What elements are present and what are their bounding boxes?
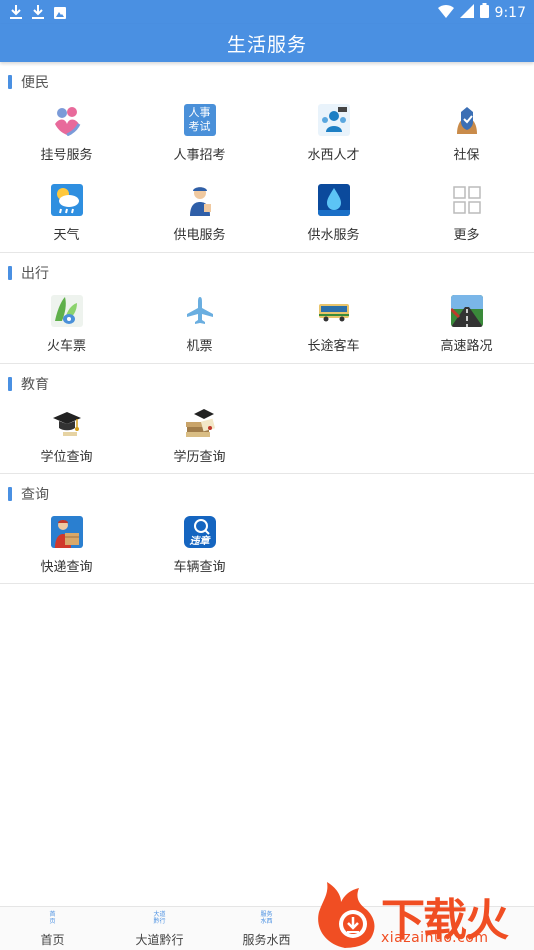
section-accent-bar <box>8 377 12 391</box>
service-electricity[interactable]: 供电服务 <box>133 184 266 254</box>
status-time: 9:17 <box>494 4 526 21</box>
section-title: 教育 <box>21 377 49 393</box>
download-icon <box>10 4 22 19</box>
service-label: 学历查询 <box>173 450 226 465</box>
section-title: 出行 <box>21 266 49 282</box>
battery-icon <box>479 3 489 22</box>
watermark-url: xiazaihuo.com <box>381 930 489 946</box>
more-grid-icon <box>450 184 483 216</box>
section-title: 查询 <box>21 487 49 503</box>
image-notification-icon <box>54 4 66 19</box>
service-weather[interactable]: 天气 <box>0 184 133 254</box>
tab-label: 大道黔行 <box>135 933 184 947</box>
tab-icon-text: 服务 <box>260 911 273 918</box>
service-label: 火车票 <box>46 339 86 354</box>
service-personnel-exam[interactable]: 人事 考试 人事招考 <box>133 104 266 174</box>
service-social-security[interactable]: 社保 <box>400 104 533 174</box>
diploma-books-icon <box>183 406 216 438</box>
vehicle-violation-icon: 违章 <box>183 516 216 548</box>
electricity-icon <box>183 184 216 216</box>
water-supply-icon <box>317 184 350 216</box>
service-label: 供水服务 <box>307 228 360 243</box>
section-header: 出行 <box>8 265 49 282</box>
app-header: 生活服务 <box>0 24 534 62</box>
tab-label: 服务水西 <box>242 933 291 947</box>
tab-icon-text: 黔行 <box>153 918 166 925</box>
service-label: 学位查询 <box>40 450 93 465</box>
home-tab-icon: 首 页 <box>42 911 64 927</box>
tab-dadao-qianxing[interactable]: 大道 黔行 大道黔行 <box>107 907 212 950</box>
service-label: 社保 <box>453 148 480 163</box>
service-label: 长途客车 <box>307 339 360 354</box>
service-label: 供电服务 <box>173 228 226 243</box>
service-more[interactable]: 更多 <box>400 184 533 254</box>
service-water-supply[interactable]: 供水服务 <box>267 184 400 254</box>
tab-icon-text: 水西 <box>260 918 273 925</box>
service-courier-query[interactable]: 快递查询 <box>0 516 133 586</box>
tab-icon-text: 大道 <box>153 911 166 918</box>
section-accent-bar <box>8 487 12 501</box>
service-long-distance-bus[interactable]: 长途客车 <box>267 295 400 365</box>
tab-icon-text: 页 <box>49 918 56 925</box>
bus-icon <box>317 295 350 327</box>
icon-text-line: 考试 <box>188 120 211 133</box>
weather-icon <box>50 184 83 216</box>
airplane-icon <box>183 295 216 327</box>
section-convenience: 便民 挂号服务 人事 考试 人事招考 水西人才 社保 天气 供电服务 供水服务 … <box>0 62 534 253</box>
icon-text: 违章 <box>189 536 210 547</box>
service-label: 天气 <box>53 228 80 243</box>
service-degree-query[interactable]: 学位查询 <box>0 406 133 476</box>
section-query: 查询 快递查询 违章 车辆查询 <box>0 474 534 584</box>
social-security-icon <box>450 104 483 136</box>
service-education-query[interactable]: 学历查询 <box>133 406 266 476</box>
page-title: 生活服务 <box>226 34 307 56</box>
service-talent[interactable]: 水西人才 <box>267 104 400 174</box>
signal-icon <box>459 3 474 22</box>
section-title: 便民 <box>21 75 49 91</box>
tab-label: 首页 <box>40 933 65 947</box>
section-travel: 出行 火车票 机票 长途客车 高速路况 <box>0 253 534 364</box>
section-header: 教育 <box>8 376 49 393</box>
service-label: 更多 <box>453 228 480 243</box>
dadao-tab-icon: 大道 黔行 <box>149 911 171 927</box>
service-registration[interactable]: 挂号服务 <box>0 104 133 174</box>
service-label: 快递查询 <box>40 560 93 575</box>
service-label: 高速路况 <box>440 339 493 354</box>
highway-icon <box>450 295 483 327</box>
train-ticket-icon <box>50 295 83 327</box>
service-label: 水西人才 <box>307 148 360 163</box>
service-label: 人事招考 <box>173 148 226 163</box>
service-label: 挂号服务 <box>40 148 93 163</box>
graduation-cap-icon <box>50 406 83 438</box>
service-label: 机票 <box>186 339 213 354</box>
download-icon <box>32 4 44 19</box>
service-highway-conditions[interactable]: 高速路况 <box>400 295 533 365</box>
talent-icon <box>317 104 350 136</box>
tab-service-shuixi[interactable]: 服务 水西 服务水西 <box>214 907 319 950</box>
section-accent-bar <box>8 75 12 89</box>
icon-text-line: 人事 <box>188 106 211 119</box>
service-train-ticket[interactable]: 火车票 <box>0 295 133 365</box>
section-accent-bar <box>8 266 12 280</box>
courier-icon <box>50 516 83 548</box>
registration-icon <box>50 104 83 136</box>
section-education: 教育 学位查询 学历查询 <box>0 364 534 474</box>
service-tab-icon: 服务 水西 <box>256 911 278 927</box>
section-header: 便民 <box>8 74 49 91</box>
watermark-logo: 下载火 xiazaihuo.com <box>315 878 534 950</box>
service-vehicle-query[interactable]: 违章 车辆查询 <box>133 516 266 586</box>
personnel-exam-icon: 人事 考试 <box>183 104 216 136</box>
tab-home[interactable]: 首 页 首页 <box>0 907 105 950</box>
service-airplane[interactable]: 机票 <box>133 295 266 365</box>
wifi-icon <box>437 4 454 22</box>
service-label: 车辆查询 <box>173 560 226 575</box>
section-header: 查询 <box>8 486 49 503</box>
tab-icon-text: 首 <box>49 911 56 918</box>
status-bar: 9:17 <box>0 0 534 24</box>
